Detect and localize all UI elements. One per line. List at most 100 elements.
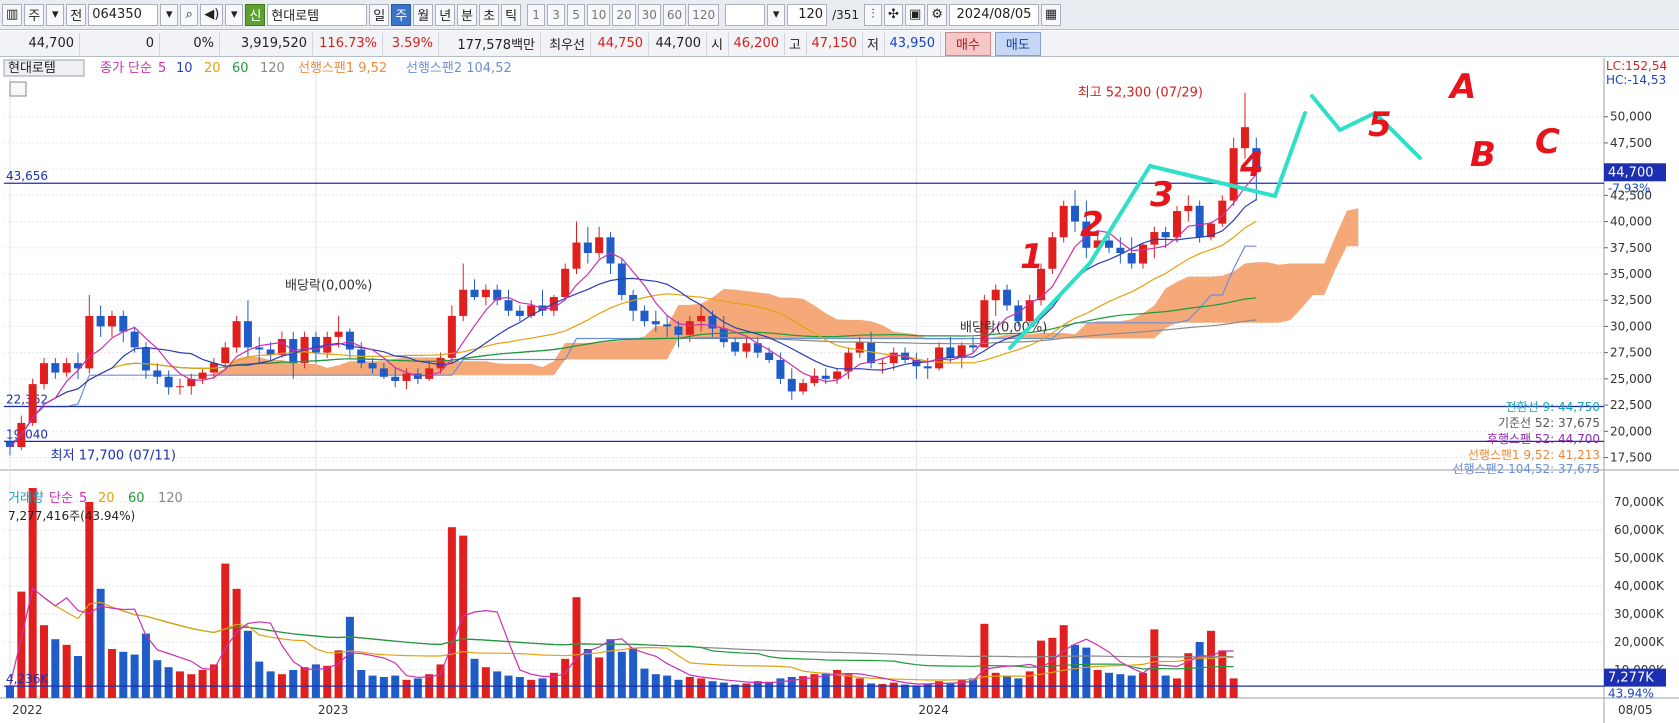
high-annotation: 최고 52,300 (07/29) xyxy=(1078,86,1203,101)
wave-label: C xyxy=(1535,122,1560,162)
hc-label: HC:-14,53 xyxy=(1606,73,1666,87)
candle-body xyxy=(969,345,978,348)
save-icon[interactable]: ▣ xyxy=(904,3,926,26)
current-price-tag-label: 44,700 xyxy=(1608,165,1654,180)
volume-bar xyxy=(164,667,173,698)
tab-interval-30[interactable]: 30 xyxy=(637,3,661,26)
tab-period-3[interactable]: 년 xyxy=(435,3,456,26)
chevron-down-icon[interactable]: ▾ xyxy=(46,3,65,26)
code-value: 064350 xyxy=(92,7,142,22)
candle-body xyxy=(878,363,887,365)
candle-body xyxy=(447,315,456,358)
volume-bar xyxy=(946,682,955,698)
legend-item: 선행스팬2 104,52 xyxy=(406,60,512,76)
candle-body xyxy=(28,384,37,423)
volume-bar xyxy=(1139,672,1147,698)
best-quote-label: 최우선 xyxy=(541,32,591,55)
volume-bar xyxy=(243,630,252,698)
price-change: 0 xyxy=(80,32,160,55)
high-label: 고 xyxy=(785,32,807,55)
speaker-dropdown-icon[interactable]: ▾ xyxy=(225,3,244,26)
chart-canvas[interactable]: 17,500 20,000 22,500 25,000 27,500 30,000 32,5… xyxy=(0,58,1679,723)
volume-bar xyxy=(1048,637,1057,698)
candle-body xyxy=(776,359,785,379)
tab-interval-120[interactable]: 120 xyxy=(688,3,720,26)
tab-interval-10[interactable]: 10 xyxy=(587,3,611,26)
volume-bar xyxy=(493,671,502,698)
stock-name-field[interactable]: 현대로템 xyxy=(267,3,368,26)
volume-bar xyxy=(51,639,60,698)
x-tick-label: 2023 xyxy=(318,703,349,717)
volume-bar xyxy=(606,639,615,698)
tab-period-1[interactable]: 주 xyxy=(391,3,412,26)
candle-body xyxy=(175,386,184,388)
speaker-icon[interactable]: ◀) xyxy=(200,3,224,26)
volume-ratio: 116.73% xyxy=(313,32,383,55)
tab-interval-1[interactable]: 1 xyxy=(527,3,546,26)
code-input[interactable]: 064350 xyxy=(88,3,159,26)
period-select[interactable]: 주 xyxy=(24,3,45,26)
market-select[interactable]: 전 xyxy=(66,3,87,26)
candle-body xyxy=(572,242,581,269)
volume-bar xyxy=(6,685,14,698)
count-input[interactable]: 120 xyxy=(787,3,828,26)
price-tick-label: 50,000 xyxy=(1610,110,1652,124)
tab-period-5[interactable]: 초 xyxy=(479,3,500,26)
volume-bar xyxy=(855,678,864,698)
interval-dropdown-icon[interactable]: ▾ xyxy=(767,3,786,26)
price-tick-label: 25,000 xyxy=(1610,372,1652,386)
volume-tick-label: 50,000K xyxy=(1614,551,1665,565)
volume-legend-item: 5 xyxy=(79,491,87,506)
volume-bar xyxy=(1161,675,1170,698)
tab-period-0[interactable]: 일 xyxy=(369,3,390,26)
tab-period-6[interactable]: 틱 xyxy=(501,3,522,26)
wave-label: B xyxy=(1470,135,1496,175)
price-tick-label: 47,500 xyxy=(1610,136,1652,150)
buy-button[interactable]: 매수 xyxy=(945,31,991,56)
legend-item: 20 xyxy=(204,61,221,76)
candle-body xyxy=(731,342,740,352)
tab-interval-60[interactable]: 60 xyxy=(662,3,687,26)
candle-type-icon[interactable]: ⫶ xyxy=(864,3,883,26)
tab-interval-20[interactable]: 20 xyxy=(612,3,636,26)
volume-tag-label: 7,277K xyxy=(1608,671,1654,686)
price-tick-label: 20,000 xyxy=(1610,424,1652,438)
code-dropdown-icon[interactable]: ▾ xyxy=(160,3,179,26)
candle-body xyxy=(595,237,604,254)
candle-body xyxy=(379,368,388,377)
gear-icon[interactable]: ⚙ xyxy=(927,3,947,26)
volume-bar xyxy=(1172,678,1181,698)
volume-bar xyxy=(1229,678,1238,698)
layout-icon[interactable]: ▥ xyxy=(2,3,23,26)
volume-bar xyxy=(617,651,626,698)
crosshair-icon[interactable]: ✣ xyxy=(884,3,903,26)
search-icon[interactable]: ⌕ xyxy=(180,3,199,26)
candle-body xyxy=(1071,205,1080,222)
tab-period-4[interactable]: 분 xyxy=(457,3,478,26)
volume-bar xyxy=(323,665,332,698)
low-price: 43,950 xyxy=(885,32,941,55)
tab-period-2[interactable]: 월 xyxy=(413,3,434,26)
tab-interval-3[interactable]: 3 xyxy=(547,3,566,26)
candle-body xyxy=(107,315,116,327)
candle-body xyxy=(436,357,445,369)
volume-tag-pct: 43.94% xyxy=(1608,687,1654,701)
sell-button[interactable]: 매도 xyxy=(994,31,1041,56)
legend-title: 현대로템 xyxy=(8,61,56,76)
wave-label: 4 xyxy=(1239,145,1264,185)
date-input[interactable]: 2024/08/05 xyxy=(948,3,1039,26)
candle-body xyxy=(1229,148,1238,201)
price-tick-label: 27,500 xyxy=(1610,346,1652,360)
candle-body xyxy=(1059,205,1068,238)
candle-body xyxy=(991,289,1000,301)
calendar-icon[interactable]: ▦ xyxy=(1040,3,1062,26)
interval-custom-input[interactable] xyxy=(725,3,766,26)
candle-body xyxy=(1105,240,1114,248)
tab-interval-5[interactable]: 5 xyxy=(567,3,586,26)
candle-body xyxy=(277,339,286,355)
current-price: 44,700 xyxy=(0,32,80,55)
candle-body xyxy=(787,378,796,392)
candle-body xyxy=(334,331,343,337)
candle-body xyxy=(1172,211,1181,238)
wave-label: 5 xyxy=(1368,105,1392,145)
